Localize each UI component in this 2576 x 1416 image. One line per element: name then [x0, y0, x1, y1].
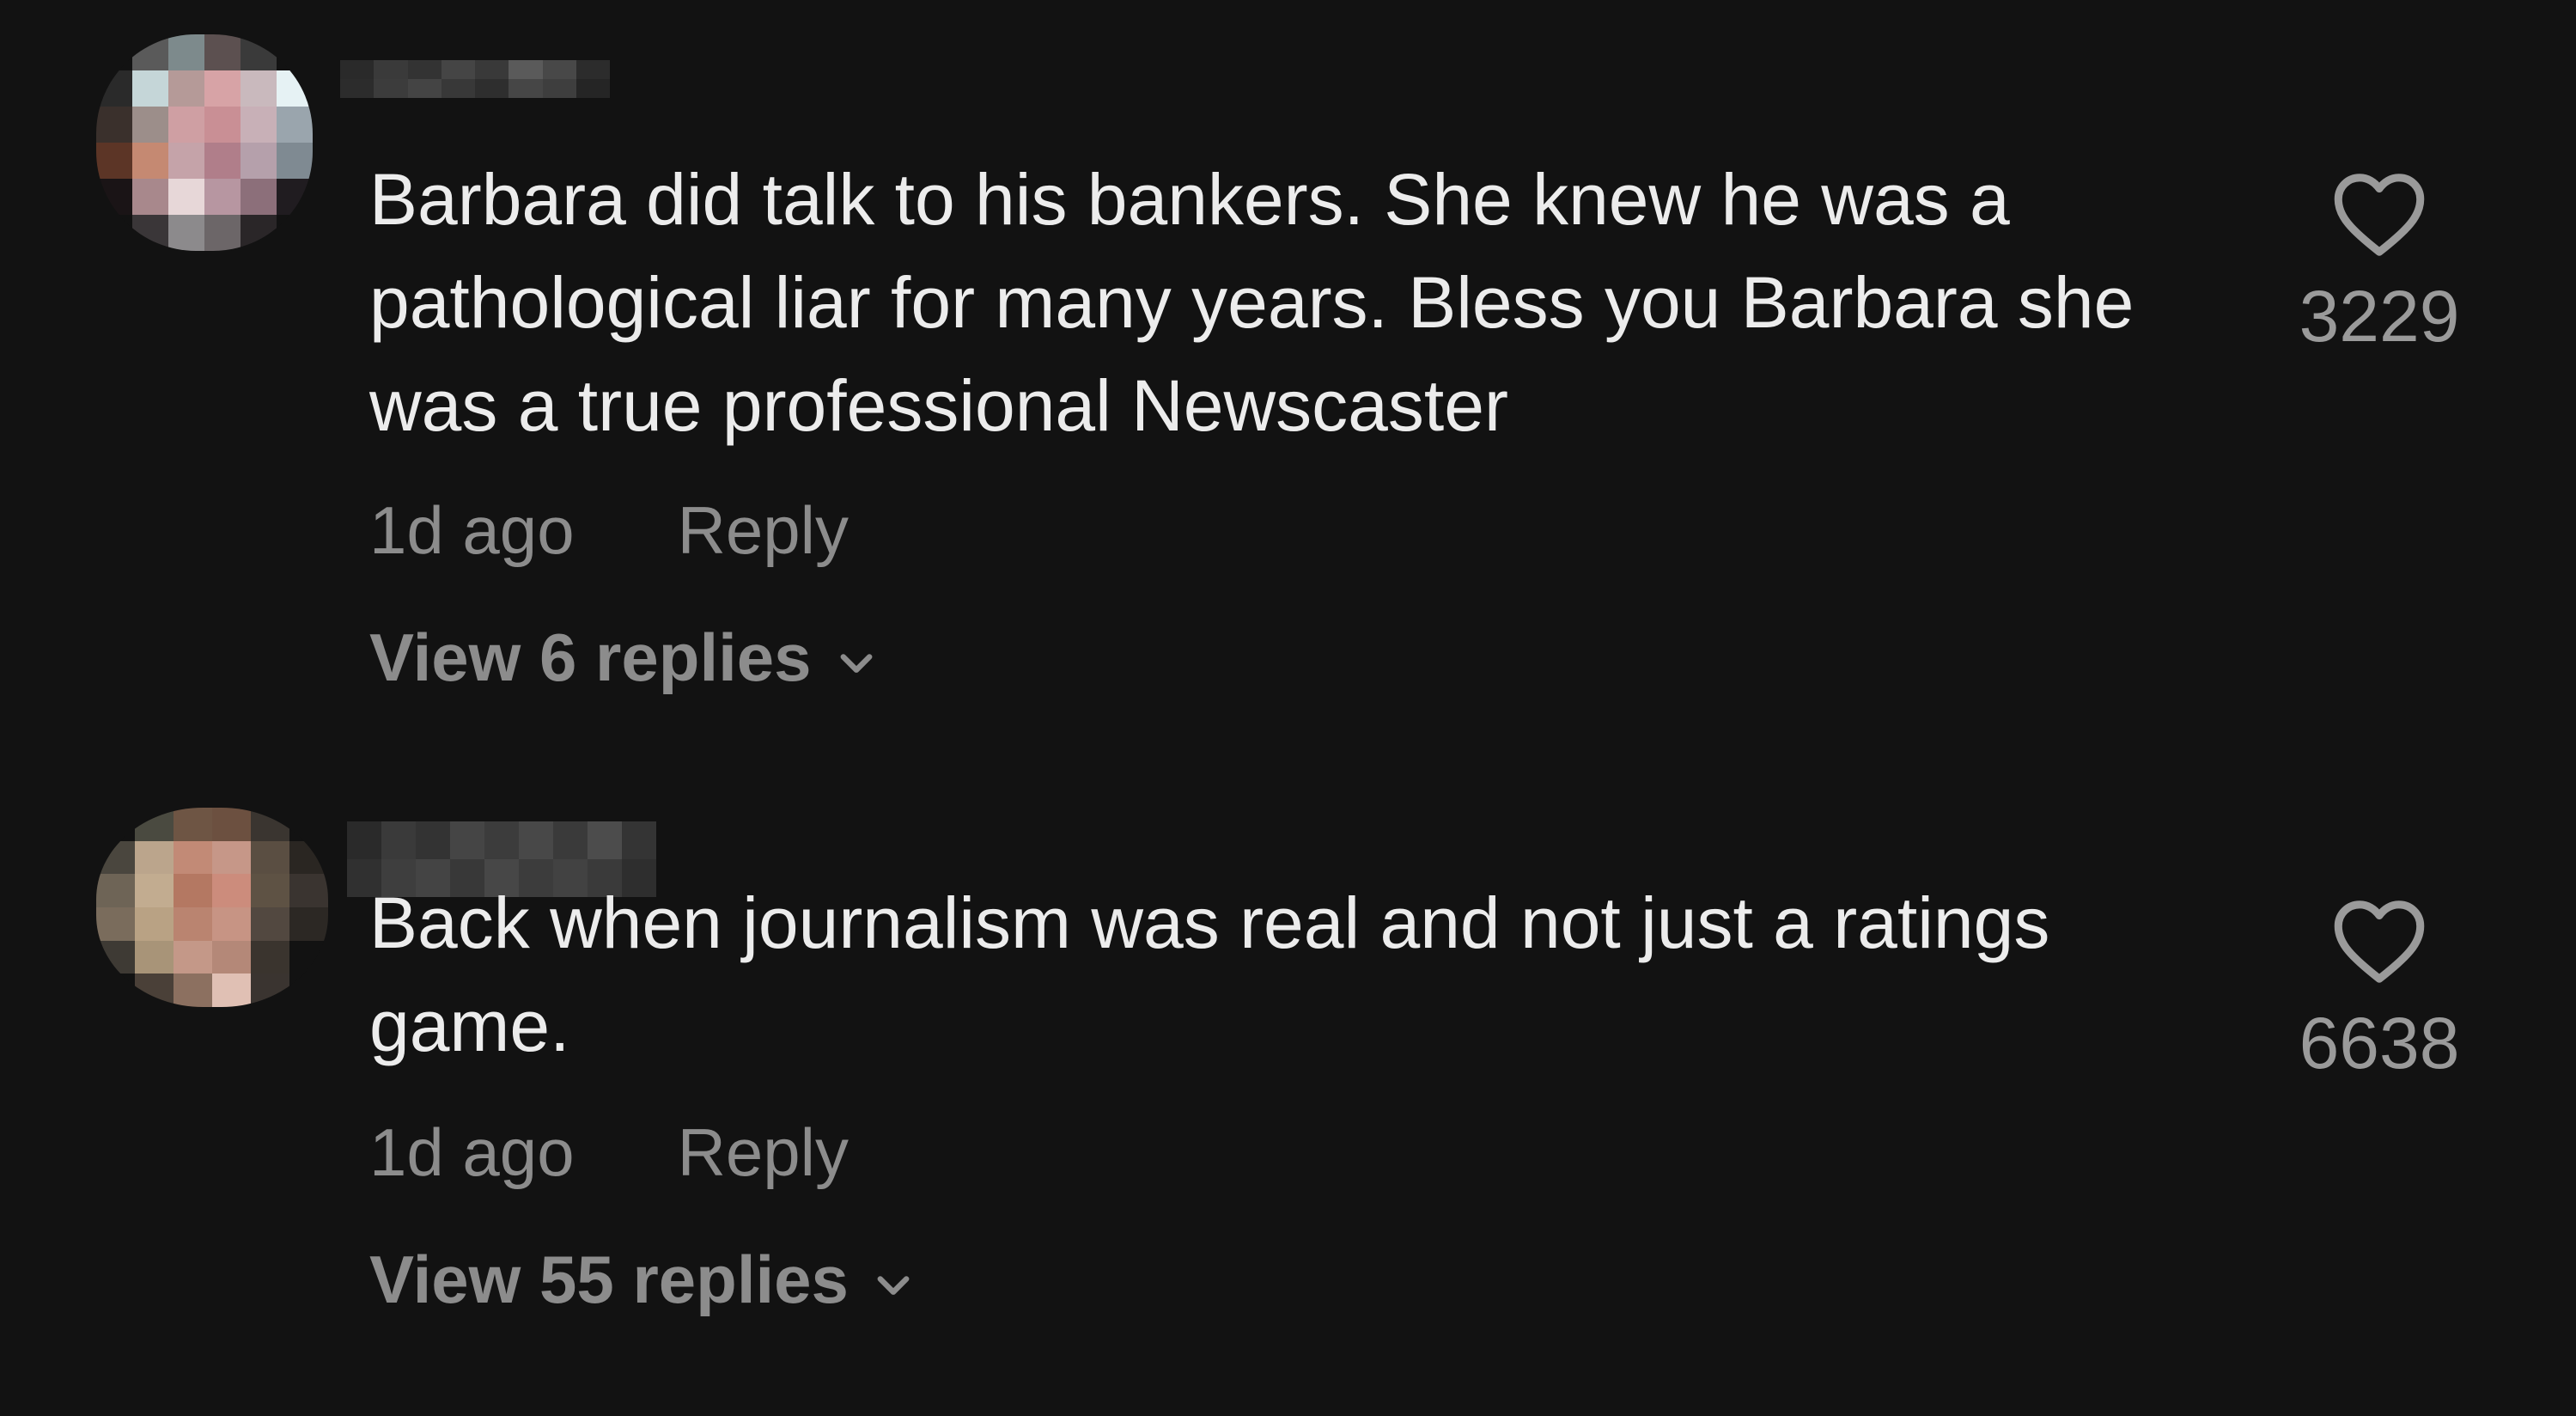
comment-meta: 1d ago Reply: [369, 1114, 849, 1192]
avatar[interactable]: [96, 808, 328, 1007]
like-count: 3229: [2299, 276, 2460, 357]
reply-button[interactable]: Reply: [678, 491, 849, 570]
view-replies-button[interactable]: View 55 replies: [369, 1241, 916, 1319]
comment-meta: 1d ago Reply: [369, 491, 849, 570]
view-replies-button[interactable]: View 6 replies: [369, 619, 879, 697]
comment-text: Barbara did talk to his bankers. She kne…: [369, 159, 2134, 446]
avatar[interactable]: [96, 34, 313, 251]
chevron-down-icon: [840, 653, 872, 673]
comment-text: Back when journalism was real and not ju…: [369, 882, 2050, 1066]
username-redacted[interactable]: [340, 60, 610, 98]
view-replies-label: View 6 replies: [369, 620, 812, 695]
timestamp: 1d ago: [369, 492, 575, 568]
timestamp: 1d ago: [369, 1114, 575, 1190]
chevron-down-icon: [877, 1275, 910, 1295]
heart-outline-icon[interactable]: [2331, 899, 2427, 985]
like-count: 6638: [2299, 1003, 2460, 1083]
reply-button[interactable]: Reply: [678, 1114, 849, 1192]
like-group: 6638: [2268, 899, 2491, 1085]
heart-outline-icon[interactable]: [2331, 172, 2427, 258]
like-group: 3229: [2268, 172, 2491, 358]
view-replies-label: View 55 replies: [369, 1242, 849, 1317]
